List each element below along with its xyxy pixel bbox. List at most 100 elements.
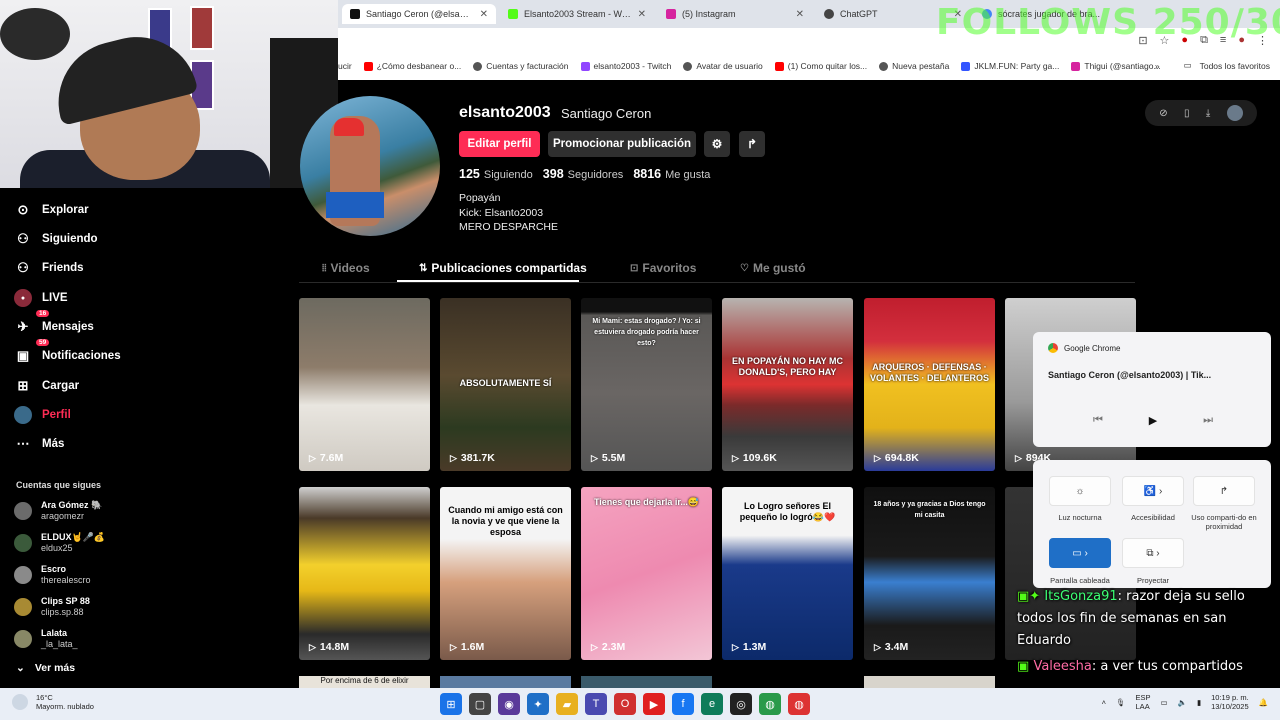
project-toggle[interactable]: ⧉ › [1122,538,1184,568]
clock[interactable]: 10:19 p. m. 13/10/2025 [1211,693,1249,711]
tab-reposts[interactable]: ⇅ Publicaciones compartidas [419,259,587,277]
sidebar-item-explorar[interactable]: ⊙ Explorar [14,198,89,222]
language-indicator[interactable]: ESP LAA [1136,693,1151,711]
bookmark-item[interactable]: Cuentas y facturación [473,61,569,71]
copilot-icon[interactable]: ✦ [527,693,549,715]
view-count-value: 694.8K [884,452,919,464]
video-tile[interactable]: ▷ 7.6M [299,298,430,471]
next-track-icon[interactable]: ⏭ [1203,414,1213,427]
sidebar-item-siguiendo[interactable]: ⚇ Siguiendo [14,227,97,251]
video-tile[interactable]: ARQUEROS · DEFENSAS · VOLANTES · DELANTE… [864,298,995,471]
webcam-overlay [0,0,338,188]
close-icon[interactable]: ✕ [638,9,646,20]
followed-account[interactable]: Lalata _la_lata_ [14,626,78,652]
windows-start-icon[interactable]: ⊞ [440,693,462,715]
sidebar-item-notificaciones[interactable]: ▣ 59 Notificaciones [14,339,121,368]
bookmark-item[interactable]: JKLM.FUN: Party ga... [961,61,1059,71]
profile-avatar[interactable] [300,96,440,236]
video-tile-peek[interactable] [440,676,571,688]
previous-track-icon[interactable]: ⏮ [1093,414,1103,427]
video-tile[interactable]: Lo Logro señores El pequeño lo logró😂❤️ ▷… [722,487,853,660]
device-icon[interactable]: ▯ [1184,108,1190,119]
browser-tab[interactable]: Elsanto2003 Stream - Watch Li ✕ [500,4,654,24]
bookmark-item[interactable]: Thigui (@santiago... [1071,61,1161,71]
night-light-toggle[interactable]: ☼ [1049,476,1111,506]
stat-followers[interactable]: 398 Seguidores [543,167,624,181]
chevron-up-icon[interactable]: ˄ [1102,698,1106,707]
media-buttons: ⏮ ▶ ⏭ [1093,414,1213,427]
bookmark-item[interactable]: Avatar de usuario [683,61,763,71]
sidebar-item-live[interactable]: ● LIVE [14,286,68,310]
video-tile-peek[interactable] [864,676,995,688]
bookmark-item[interactable]: ¿Cómo desbanear o... [363,61,461,71]
download-icon[interactable]: ⤓ [1206,108,1210,119]
play-icon[interactable]: ▶ [1149,414,1157,427]
opera-icon[interactable]: O [614,693,636,715]
bookmark-label: Nueva pestaña [892,61,950,71]
microphone-icon[interactable]: 🎙 [1116,698,1126,707]
network-icon[interactable]: ▭ [1161,698,1168,707]
browser-tab[interactable]: (5) Instagram ✕ [658,4,812,24]
weather-widget[interactable]: 16°C Mayorm. nublado [12,693,94,711]
accessibility-toggle[interactable]: ♿ › [1122,476,1184,506]
notification-bell-icon[interactable]: 🔔 [1259,698,1268,707]
video-tile[interactable]: EN POPAYÁN NO HAY MC DONALD'S, PERO HAY ▷… [722,298,853,471]
task-view-icon[interactable]: ▢ [469,693,491,715]
volume-icon[interactable]: 🔈 [1178,698,1187,707]
sidebar-item-cargar[interactable]: ⊞ Cargar [14,374,80,398]
edit-profile-button[interactable]: Editar perfil [459,131,540,157]
battery-icon[interactable]: ▮ [1197,698,1201,707]
play-icon: ▷ [309,641,316,652]
promote-post-button[interactable]: Promocionar publicación [548,131,696,157]
quick-label: Proyectar [1136,576,1170,585]
bookmark-item[interactable]: elsanto2003 - Twitch [580,61,671,71]
bookmark-item[interactable]: ucir [338,61,352,71]
chat-app-icon[interactable]: ◉ [498,693,520,715]
live-icon: ● [14,289,32,307]
followed-account[interactable]: Clips SP 88 clips.sp.88 [14,594,90,620]
share-icon[interactable]: ↱ [739,131,765,157]
all-bookmarks-link[interactable]: Todos los favoritos [1200,61,1270,71]
sidebar-item-friends[interactable]: ⚇ Friends [14,256,83,280]
video-tile[interactable]: Cuando mi amigo está con la novia y ve q… [440,487,571,660]
youtube-icon[interactable]: ▶ [643,693,665,715]
video-tile[interactable]: ▷ 14.8M [299,487,430,660]
settings-icon[interactable]: ⚙ [704,131,730,157]
file-explorer-icon[interactable]: ▰ [556,693,578,715]
followed-account[interactable]: Ara Gómez 🐘 aragomezr [14,498,102,524]
avatar[interactable] [1226,105,1243,121]
coin-icon[interactable]: ⊘ [1159,108,1167,119]
wired-display-toggle[interactable]: ▭ › [1049,538,1111,568]
play-icon: ▷ [732,452,739,463]
stat-following[interactable]: 125 Siguiendo [459,167,533,181]
video-tile-peek[interactable] [581,676,712,688]
tab-videos[interactable]: ⦙⦙ Videos [322,259,370,277]
edge-icon[interactable]: e [701,693,723,715]
video-tile[interactable]: ABSOLUTAMENTE SÍ ▷ 381.7K [440,298,571,471]
tab-favorites[interactable]: ⊡ Favoritos [630,259,696,277]
obs-icon[interactable]: ◎ [730,693,752,715]
bookmark-item[interactable]: (1) Como quitar los... [774,61,867,71]
close-icon[interactable]: ✕ [480,9,488,20]
video-tile-peek[interactable]: Por encima de 6 de elixir [299,676,430,688]
chrome-icon[interactable]: ◍ [759,693,781,715]
chrome-icon[interactable]: ◍ [788,693,810,715]
followed-account[interactable]: ELDUX🤘🎤💰 eldux25 [14,530,105,556]
bookmark-item[interactable]: Nueva pestaña [879,61,949,71]
teams-icon[interactable]: T [585,693,607,715]
close-icon[interactable]: ✕ [796,9,804,20]
tab-liked[interactable]: ♡ Me gustó [740,259,806,277]
facebook-icon[interactable]: f [672,693,694,715]
chevron-right-icon[interactable]: » [1155,61,1160,71]
video-tile[interactable]: Mi Mami: estas drogado? / Yo: si estuvie… [581,298,712,471]
video-tile[interactable]: 18 años y ya gracias a Dios tengo mi cas… [864,487,995,660]
browser-tab[interactable]: Santiago Ceron (@elsanto2003 ✕ [342,4,496,24]
nearby-share-toggle[interactable]: ↱ [1193,476,1255,506]
see-more-link[interactable]: ⌄ Ver más [16,662,75,674]
grid-icon: ⦙⦙ [322,262,327,274]
sidebar-item-mensajes[interactable]: ✈ 16 Mensajes [14,310,94,339]
followed-account[interactable]: Escro therealescro [14,562,91,588]
sidebar-item-mas[interactable]: ⋯ Más [14,432,65,456]
sidebar-item-perfil[interactable]: ● Perfil [14,403,71,427]
video-tile[interactable]: Tienes que dejarla ir...😅 ▷ 2.3M [581,487,712,660]
